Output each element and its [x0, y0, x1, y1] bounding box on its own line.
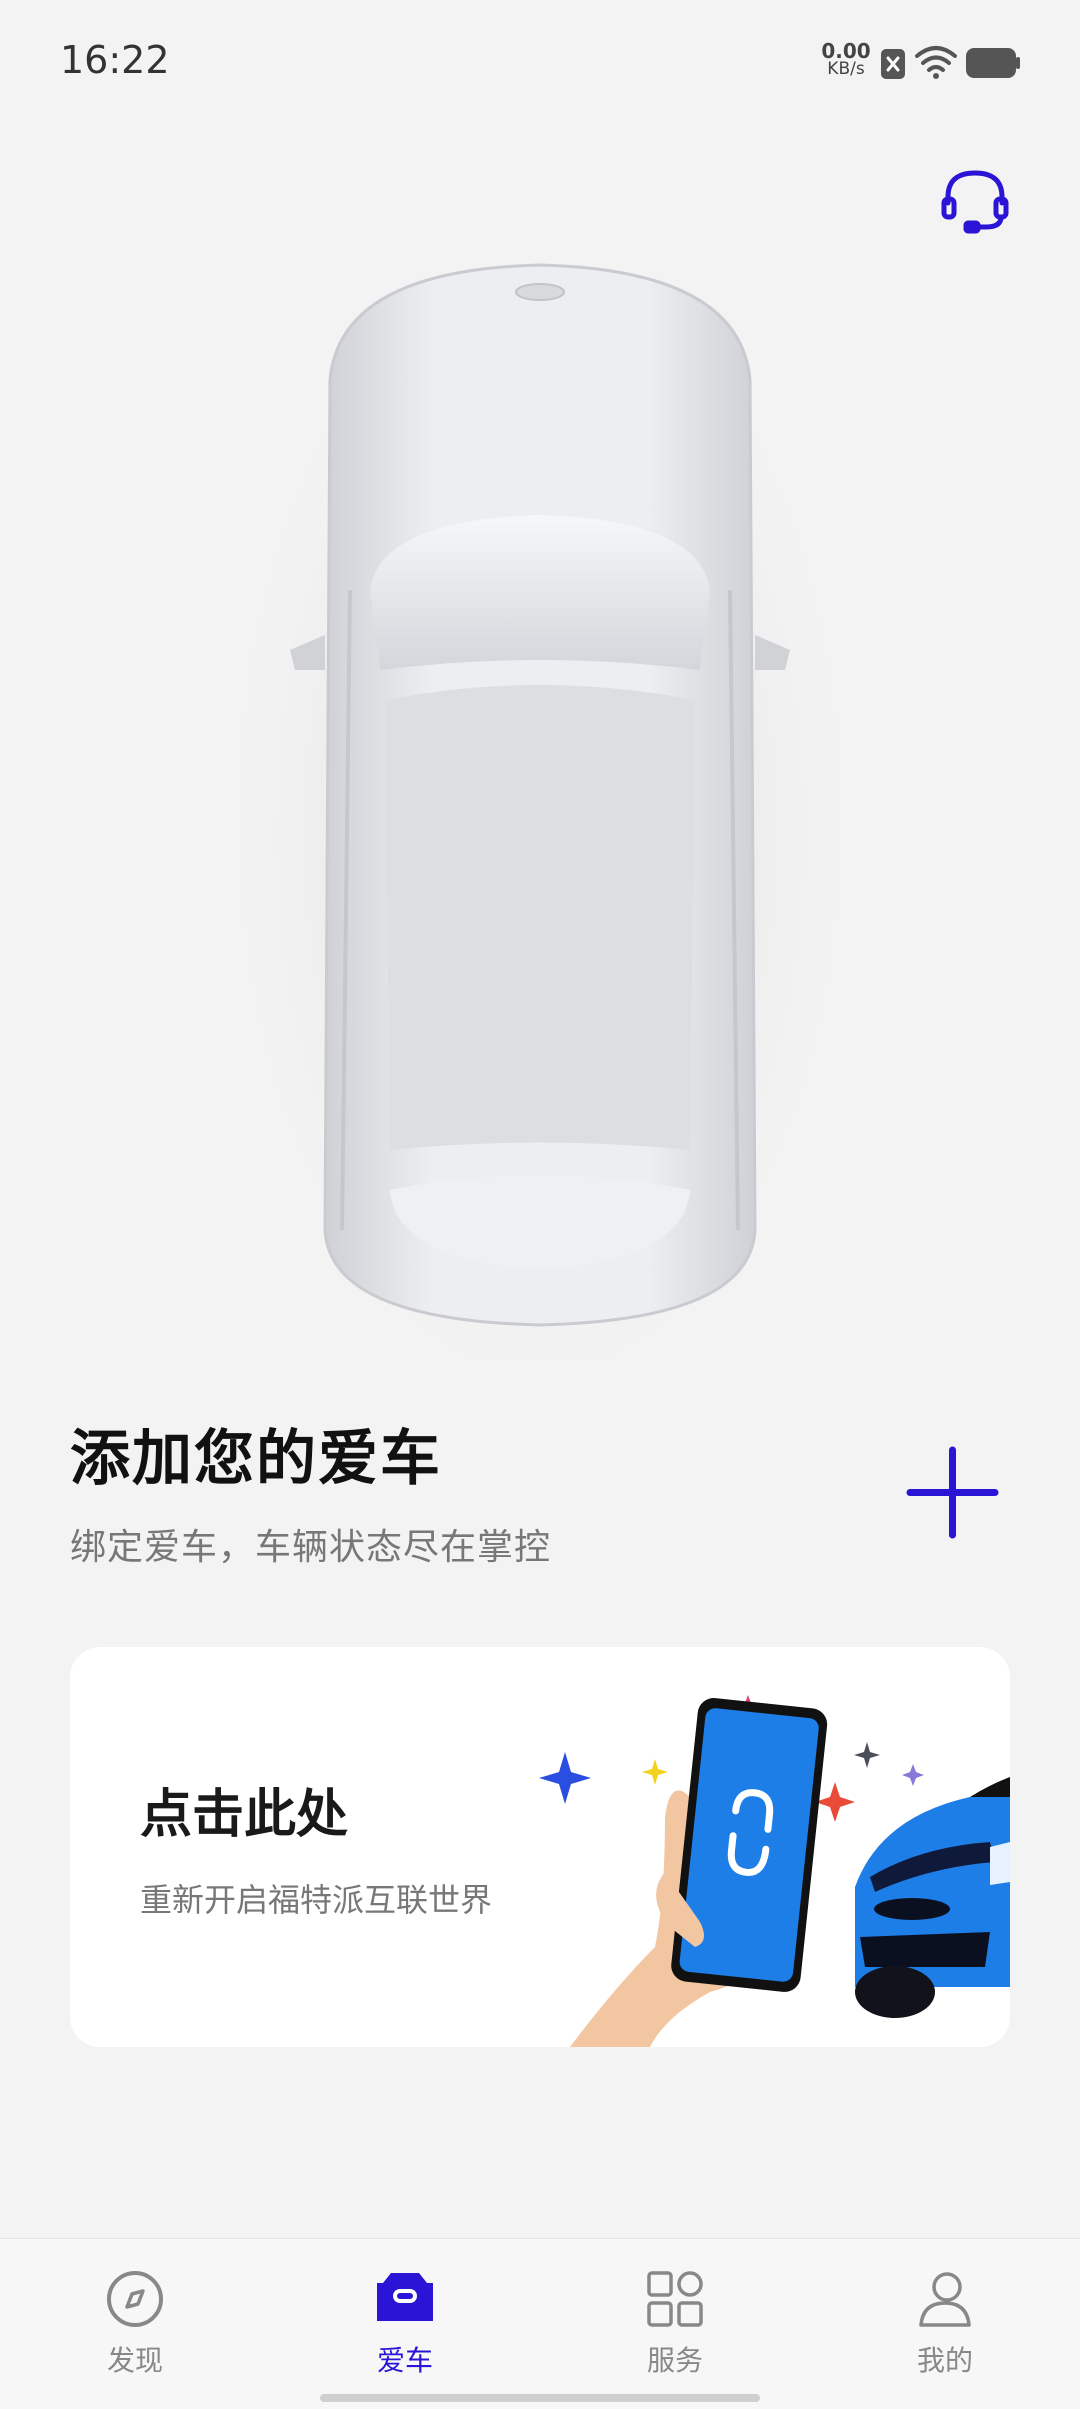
wifi-icon	[915, 46, 957, 79]
battery-icon	[966, 48, 1020, 78]
plus-icon	[906, 1446, 999, 1539]
nav-item-discover[interactable]: 发现	[45, 2269, 225, 2389]
promo-subtitle: 重新开启福特派互联世界	[140, 1881, 493, 1919]
notification-x-icon	[881, 49, 905, 79]
status-time: 16:22	[60, 38, 170, 82]
phone-connect-illustration	[539, 1695, 1010, 2047]
bottom-nav: 发现 爱车 服务 我的	[0, 2238, 1080, 2409]
nav-item-mine[interactable]: 我的	[855, 2269, 1035, 2389]
nav-label-services: 服务	[646, 2344, 703, 2377]
nav-label-mine: 我的	[916, 2344, 973, 2377]
headset-icon	[941, 170, 1009, 234]
person-icon	[919, 2272, 971, 2327]
connect-promo-card[interactable]: 点击此处 重新开启福特派互联世界	[70, 1647, 1010, 2047]
nav-label-my-car: 爱车	[376, 2344, 433, 2377]
nav-item-services[interactable]: 服务	[585, 2269, 765, 2389]
nav-item-my-car[interactable]: 爱车	[315, 2269, 495, 2389]
status-bar: 16:22 0.00 KB/s	[0, 0, 1080, 130]
network-speed-value: 0.00	[821, 39, 871, 63]
network-speed: 0.00 KB/s	[818, 39, 874, 78]
page-title: 添加您的爱车	[70, 1424, 442, 1494]
grid-icon	[647, 2271, 703, 2327]
nav-label-discover: 发现	[106, 2344, 163, 2377]
car-icon	[377, 2273, 433, 2321]
customer-support-button[interactable]	[940, 165, 1010, 235]
car-topview-illustration	[240, 250, 840, 1360]
page-subtitle: 绑定爱车，车辆状态尽在掌控	[70, 1527, 552, 1568]
add-car-button[interactable]	[905, 1445, 1000, 1540]
promo-title: 点击此处	[140, 1785, 349, 1845]
compass-icon	[107, 2271, 163, 2327]
home-indicator[interactable]	[320, 2394, 760, 2402]
